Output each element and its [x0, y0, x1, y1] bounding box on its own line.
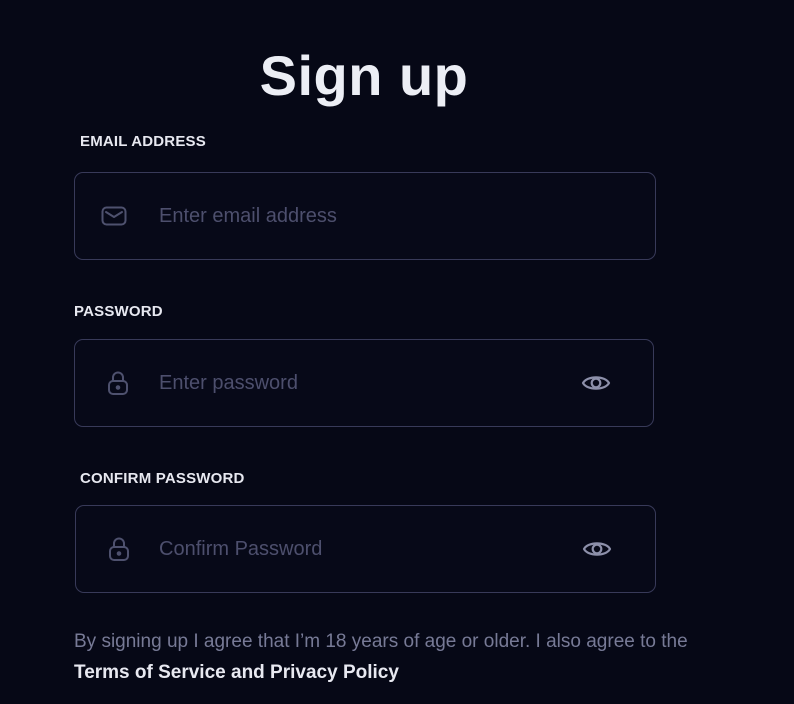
- lock-icon: [106, 536, 132, 562]
- mail-icon: [101, 203, 127, 229]
- signup-page: Sign up EMAIL ADDRESS PASSWORD: [0, 0, 794, 704]
- legal-text: By signing up I agree that I’m 18 years …: [74, 631, 688, 652]
- email-input[interactable]: [159, 173, 539, 259]
- lock-icon: [105, 370, 131, 396]
- toggle-confirm-password-visibility-eye-icon[interactable]: [582, 534, 612, 564]
- page-title: Sign up: [259, 43, 469, 107]
- legal-notice: By signing up I agree that I’m 18 years …: [74, 626, 714, 688]
- password-label: PASSWORD: [74, 303, 163, 320]
- terms-privacy-link[interactable]: Terms of Service and Privacy Policy: [74, 662, 399, 683]
- confirm-password-label: CONFIRM PASSWORD: [80, 470, 245, 487]
- password-input[interactable]: [159, 340, 539, 426]
- email-label: EMAIL ADDRESS: [80, 133, 206, 150]
- toggle-password-visibility-eye-icon[interactable]: [581, 368, 611, 398]
- password-field-container: [74, 339, 654, 427]
- confirm-password-field-container: [75, 505, 656, 593]
- email-field-container: [74, 172, 656, 260]
- confirm-password-input[interactable]: [159, 506, 539, 592]
